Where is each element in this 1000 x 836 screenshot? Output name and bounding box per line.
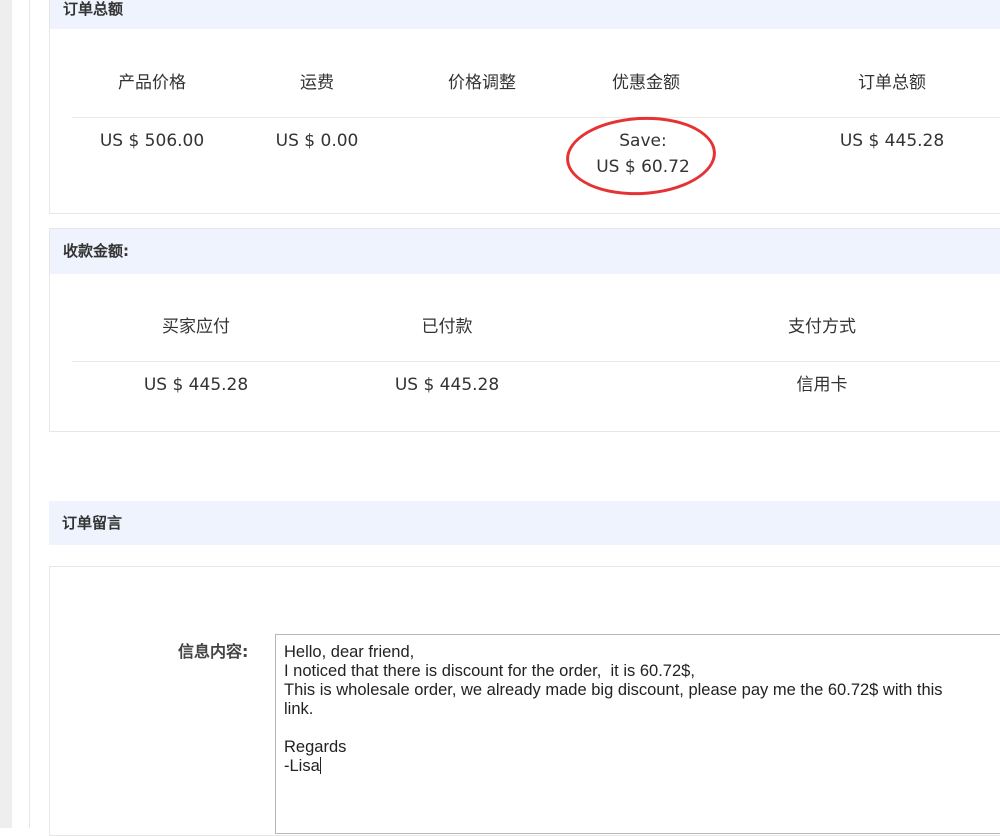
order-total-title: 订单总额 xyxy=(63,0,124,18)
left-gutter xyxy=(0,0,12,828)
order-message-header-bar: 订单留言 xyxy=(49,501,1000,545)
header-payment-method: 支付方式 xyxy=(788,317,856,337)
message-line: Regards xyxy=(284,738,347,756)
message-text: Hello, dear friend, I noticed that there … xyxy=(284,643,992,776)
message-line-signature: -Lisa xyxy=(284,757,320,775)
left-divider xyxy=(29,0,30,828)
order-message-header: 订单留言 xyxy=(49,501,1000,545)
order-total-value: US $ 445.28 xyxy=(839,131,945,151)
payment-method-value: 信用卡 xyxy=(796,375,848,395)
message-line: This is wholesale order, we already made… xyxy=(284,681,943,699)
header-buyer-due: 买家应付 xyxy=(162,317,230,337)
header-product-price: 产品价格 xyxy=(118,73,186,93)
order-total-section: 订单总额 xyxy=(49,0,1000,214)
header-order-total: 订单总额 xyxy=(858,73,926,93)
message-line-last: -Lisa xyxy=(284,757,992,776)
message-line: link. xyxy=(284,700,314,718)
payment-title: 收款金额: xyxy=(63,242,129,260)
header-shipping: 运费 xyxy=(300,73,334,93)
message-content-textarea[interactable]: Hello, dear friend, I noticed that there … xyxy=(275,634,1000,834)
payment-row-separator xyxy=(72,361,1000,362)
buyer-due-value: US $ 445.28 xyxy=(143,375,249,395)
product-price-value: US $ 506.00 xyxy=(99,131,205,151)
order-total-header: 订单总额 xyxy=(50,0,1000,29)
order-message-title: 订单留言 xyxy=(62,514,123,532)
message-content-label: 信息内容: xyxy=(178,642,249,661)
header-paid: 已付款 xyxy=(421,317,473,337)
message-line: Hello, dear friend, xyxy=(284,643,415,661)
message-line xyxy=(284,719,992,738)
order-total-row-separator xyxy=(72,117,1000,118)
paid-value: US $ 445.28 xyxy=(394,375,500,395)
header-price-adjustment: 价格调整 xyxy=(448,73,516,93)
text-caret xyxy=(319,757,321,774)
shipping-value: US $ 0.00 xyxy=(275,131,359,151)
message-line: I noticed that there is discount for the… xyxy=(284,662,695,680)
header-discount: 优惠金额 xyxy=(612,73,680,93)
payment-header: 收款金额: xyxy=(50,229,1000,274)
